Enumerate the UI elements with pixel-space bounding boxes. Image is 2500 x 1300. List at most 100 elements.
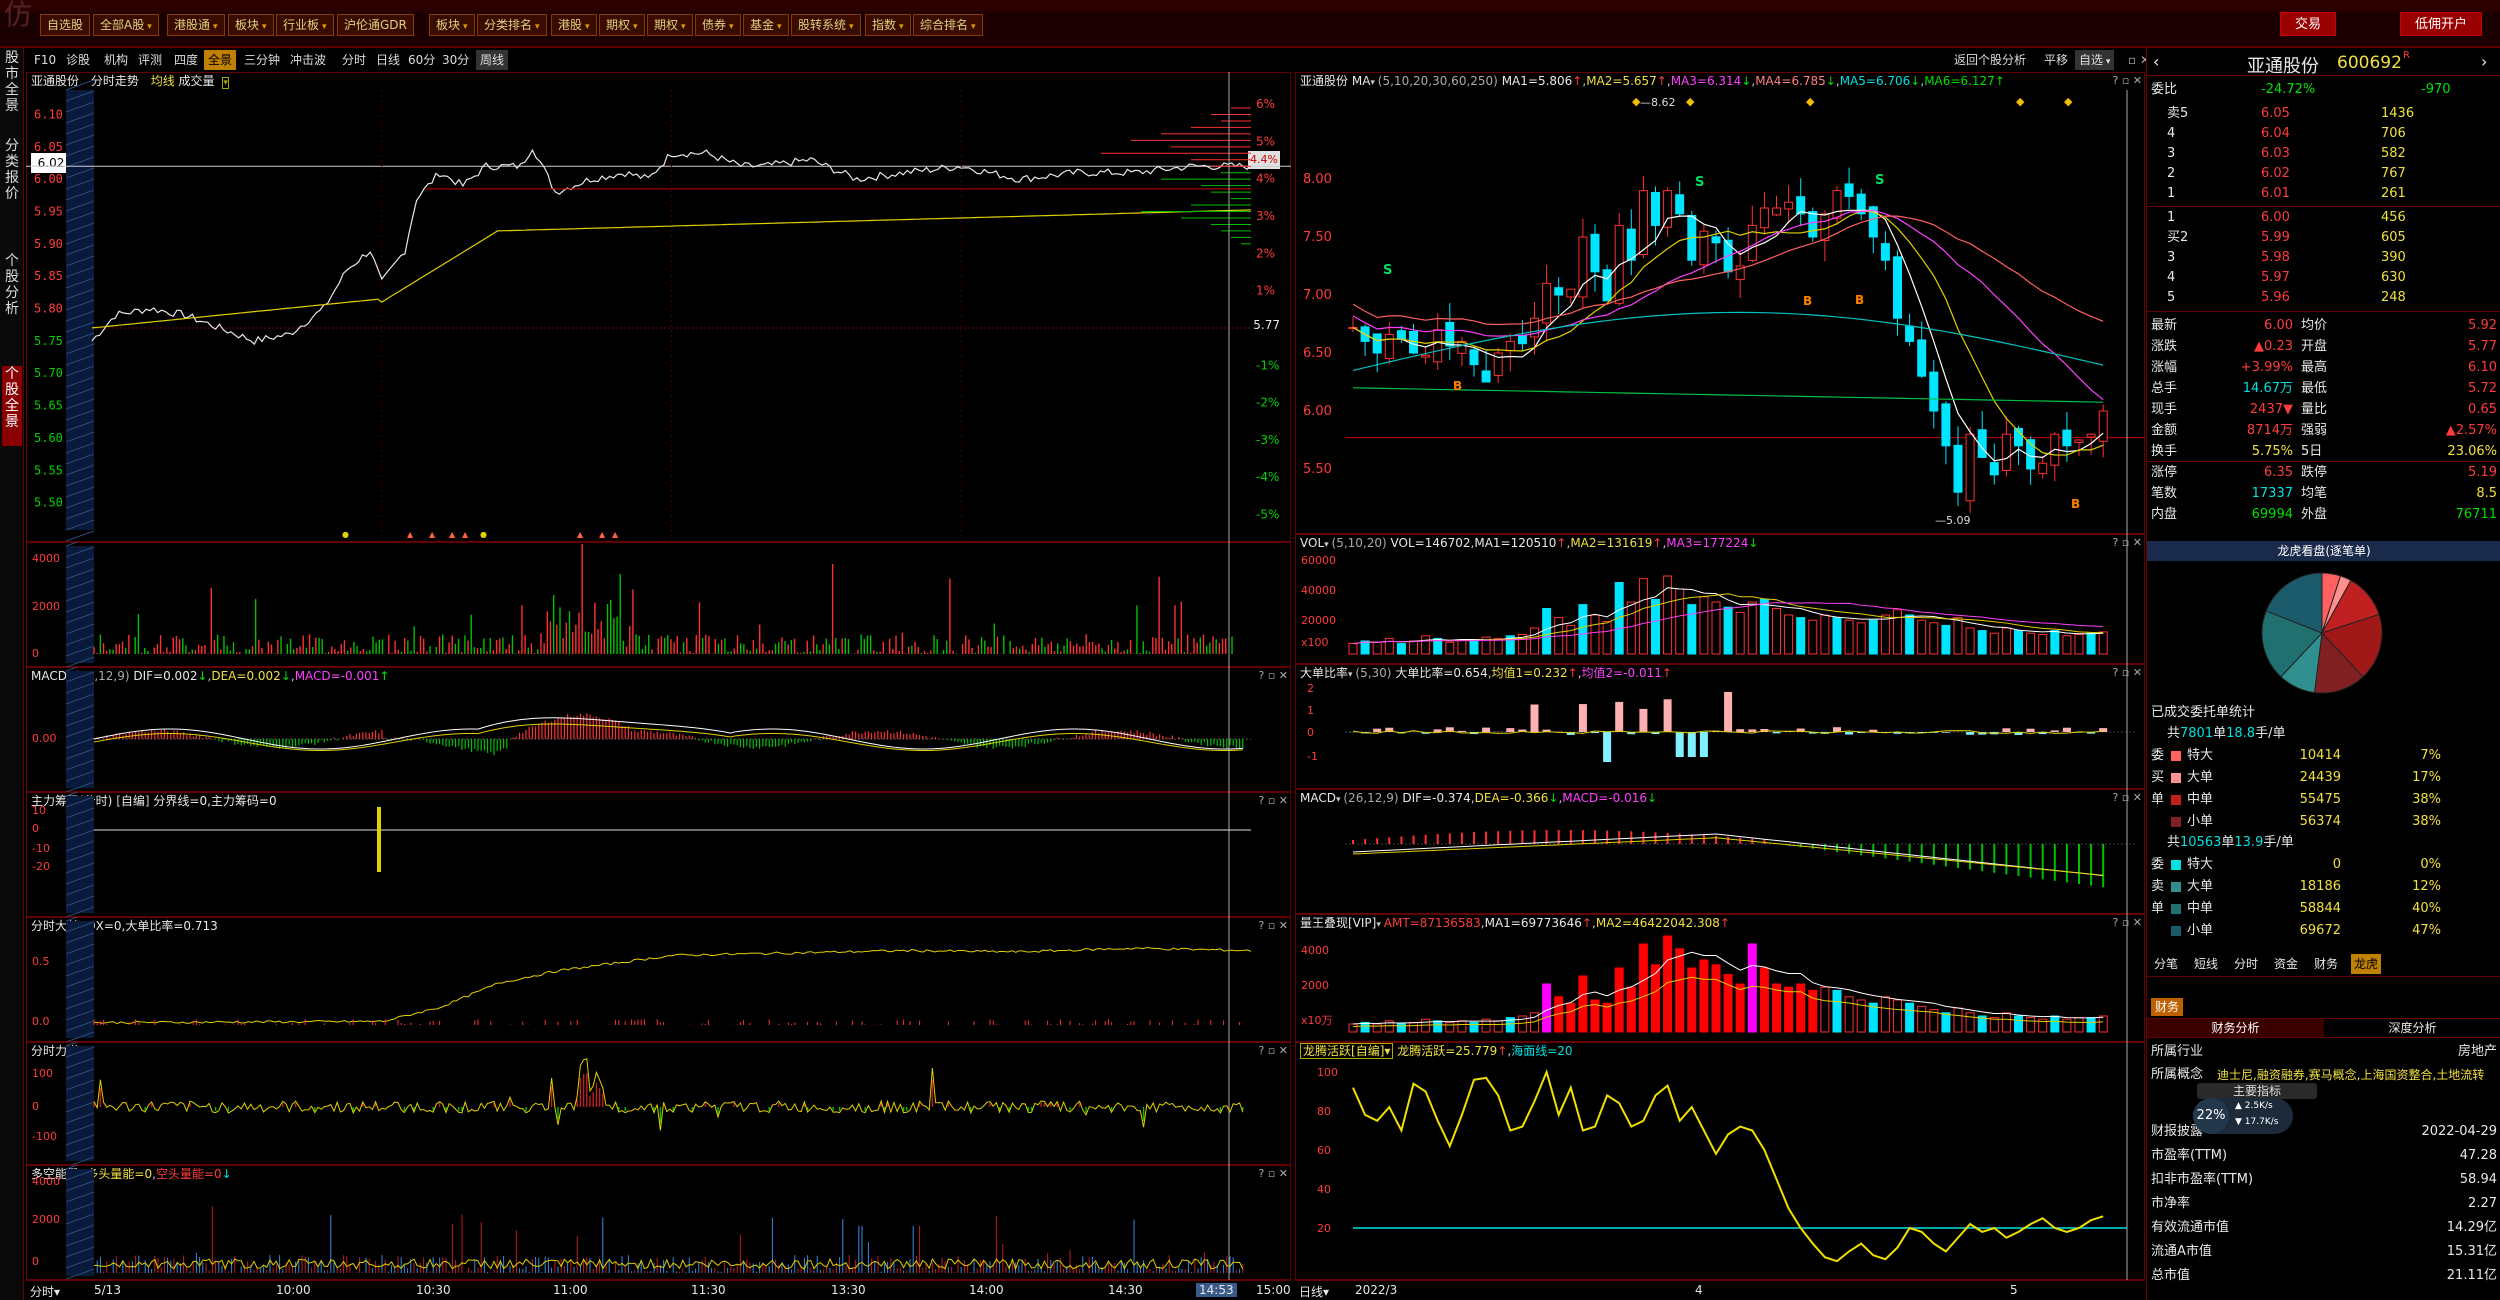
toolbar-1[interactable]: 诊股 [62, 50, 94, 70]
quote-title-bar: ‹ 亚通股份 600692 R › [2147, 48, 2500, 77]
menu-5[interactable]: 沪伦通GDR [337, 14, 414, 36]
deal-percent: 17% [2412, 770, 2441, 785]
toolbar-0[interactable]: F10 [30, 50, 60, 70]
period-4[interactable]: 周线 [476, 50, 509, 70]
amount-bar [1348, 1023, 1358, 1033]
quote-tab-3[interactable]: 资金 [2271, 954, 2301, 974]
open-account-button[interactable]: 低佣开户 [2400, 12, 2483, 36]
intraday-price-chart[interactable]: 6.10 6.05 6.00 5.95 5.90 5.85 5.80 5.75 5.70 5.65… [26, 72, 1291, 542]
bid-row[interactable]: 5 5.96 248 [2151, 288, 2500, 308]
volume-bar [1953, 617, 1963, 655]
period-2[interactable]: 60分 [404, 50, 439, 70]
bid-row[interactable]: 买2 5.99 605 [2151, 228, 2500, 248]
dragon-active-chart[interactable]: 100 80 60 40 20 [1295, 1042, 2145, 1280]
menu-3[interactable]: 板块 ▾ [228, 14, 274, 36]
intraday-volume-chart[interactable]: 4000 2000 0 [26, 542, 1291, 667]
back-chevron-icon[interactable]: ‹ [2153, 52, 2159, 71]
nav-market-overview[interactable]: 股市全景 [2, 50, 22, 114]
quote-tab-5[interactable]: 龙虎 [2351, 954, 2382, 974]
menu-4[interactable]: 行业板 ▾ [276, 14, 334, 36]
menu-1[interactable]: 全部A股 ▾ [93, 14, 159, 36]
toolbar-6[interactable]: 三分钟 [240, 50, 284, 70]
big-order-chart[interactable]: 0.5 0.0 [26, 917, 1291, 1042]
trade-button[interactable]: 交易 [2280, 12, 2337, 36]
toolbar-5[interactable]: 全景 [204, 50, 237, 70]
axis-tick: 0 [32, 822, 39, 835]
menu-8[interactable]: 港股 ▾ [551, 14, 597, 36]
deep-analysis-tab[interactable]: 深度分析 [2324, 1019, 2500, 1037]
menu-11[interactable]: 债券 ▾ [695, 14, 741, 36]
period-3[interactable]: 30分 [438, 50, 473, 70]
kline-macd-chart[interactable] [1295, 789, 2145, 914]
ask-row[interactable]: 1 6.01 261 [2151, 184, 2500, 204]
deal-percent: 38% [2412, 814, 2441, 829]
bid-row[interactable]: 3 5.98 390 [2151, 248, 2500, 268]
bid-row[interactable]: 4 5.97 630 [2151, 268, 2500, 288]
quote-tab-2[interactable]: 分时 [2231, 954, 2261, 974]
deal-volume: 55475 [2299, 792, 2341, 807]
toolbar-7[interactable]: 冲击波 [286, 50, 330, 70]
price-tick: 6.00 [34, 172, 63, 186]
back-to-analysis-button[interactable]: 返回个股分析 [1950, 50, 2030, 70]
toolbar-3[interactable]: 评测 [134, 50, 166, 70]
bid-price: 6.00 [2261, 210, 2290, 225]
menu-7[interactable]: 分类排名 ▾ [477, 14, 547, 36]
period-0[interactable]: 分时 [338, 50, 370, 70]
forward-chevron-icon[interactable]: › [2481, 52, 2487, 71]
menu-14[interactable]: 指数 ▾ [865, 14, 911, 36]
menu-15[interactable]: 综合排名 ▾ [913, 14, 983, 36]
amount-bar [1699, 959, 1709, 1033]
toolbar-4[interactable]: 四度 [170, 50, 202, 70]
pan-mode-button[interactable]: 平移 [2040, 50, 2072, 70]
date-axis-mode[interactable]: 日线▾ [1299, 1283, 1329, 1300]
volume-bar [1808, 619, 1818, 655]
period-1[interactable]: 日线 [372, 50, 404, 70]
quote-tab-0[interactable]: 分笔 [2151, 954, 2181, 974]
ask-row[interactable]: 2 6.02 767 [2151, 164, 2500, 184]
kline-price-chart[interactable]: 8.00 7.50 7.00 6.50 6.00 5.50 —8.62 —5.09 S S S B B B… [1295, 72, 2145, 534]
intraday-macd-chart[interactable]: 0.00 [26, 667, 1291, 792]
amount-bar [1941, 1012, 1951, 1033]
kline-volume-chart[interactable]: 60000 40000 20000 x100 [1295, 534, 2145, 664]
main-chips-chart[interactable]: 10 0 -10 -20 [26, 792, 1291, 917]
menu-0[interactable]: 自选股 [40, 14, 91, 36]
volume-bar [1977, 630, 1987, 655]
force-chart[interactable]: 100 0 -100 [26, 1042, 1291, 1165]
menu-2[interactable]: 港股通 ▾ [167, 14, 225, 36]
speed-widget[interactable]: 22% ▲ 2.5K/s ▼ 17.7K/s [2193, 1098, 2293, 1134]
ask-row[interactable]: 卖5 6.05 1436 [2151, 104, 2500, 124]
time-axis-mode[interactable]: 分时▾ [30, 1283, 60, 1300]
stat-label: 笔数 [2151, 486, 2178, 501]
axis-tick: 0 [1307, 726, 1314, 739]
big-ratio-chart[interactable]: 2 1 0 -1 [1295, 664, 2145, 789]
quote-tab-4[interactable]: 财务 [2311, 954, 2341, 974]
candle [2062, 429, 2072, 447]
axis-tick: 2000 [32, 1213, 60, 1226]
deal-total-buy_total: 共7801单18.8手/单 [2167, 724, 2285, 744]
ask-row[interactable]: 4 6.04 706 [2151, 124, 2500, 144]
volume-king-chart[interactable]: 4000 2000 x10万 [1295, 914, 2145, 1042]
energy-chart[interactable]: 4000 2000 0 [26, 1165, 1291, 1280]
stat-value: 5.72 [2468, 381, 2497, 396]
menu-6[interactable]: 板块 ▾ [429, 14, 475, 36]
bid-row[interactable]: 1 6.00 456 [2151, 208, 2500, 228]
amount-bar [1796, 983, 1806, 1033]
nav-stock-analysis[interactable]: 个股分析 [2, 253, 22, 317]
finance-tab-label[interactable]: 财务 [2151, 998, 2184, 1016]
nav-stock-overview[interactable]: 个股全景 [2, 366, 22, 446]
ask-price: 6.03 [2261, 146, 2290, 161]
quote-tab-1[interactable]: 短线 [2191, 954, 2221, 974]
watchlist-dropdown[interactable]: 自选 ▾ [2075, 50, 2115, 70]
ask-row[interactable]: 3 6.03 582 [2151, 144, 2500, 164]
stat-row: 换手 5.75% 5日 23.06% [2151, 442, 2500, 462]
nav-category-quotes[interactable]: 分类报价 [2, 138, 22, 202]
finance-label: 所属行业 [2151, 1044, 2204, 1059]
menu-13[interactable]: 股转系统 ▾ [791, 14, 861, 36]
volume-bar [1396, 643, 1406, 655]
candle [1844, 183, 1854, 197]
menu-10[interactable]: 期权 ▾ [647, 14, 693, 36]
finance-analysis-tab[interactable]: 财务分析 [2147, 1019, 2324, 1037]
toolbar-2[interactable]: 机构 [100, 50, 132, 70]
menu-9[interactable]: 期权 ▾ [599, 14, 645, 36]
menu-12[interactable]: 基金 ▾ [743, 14, 789, 36]
